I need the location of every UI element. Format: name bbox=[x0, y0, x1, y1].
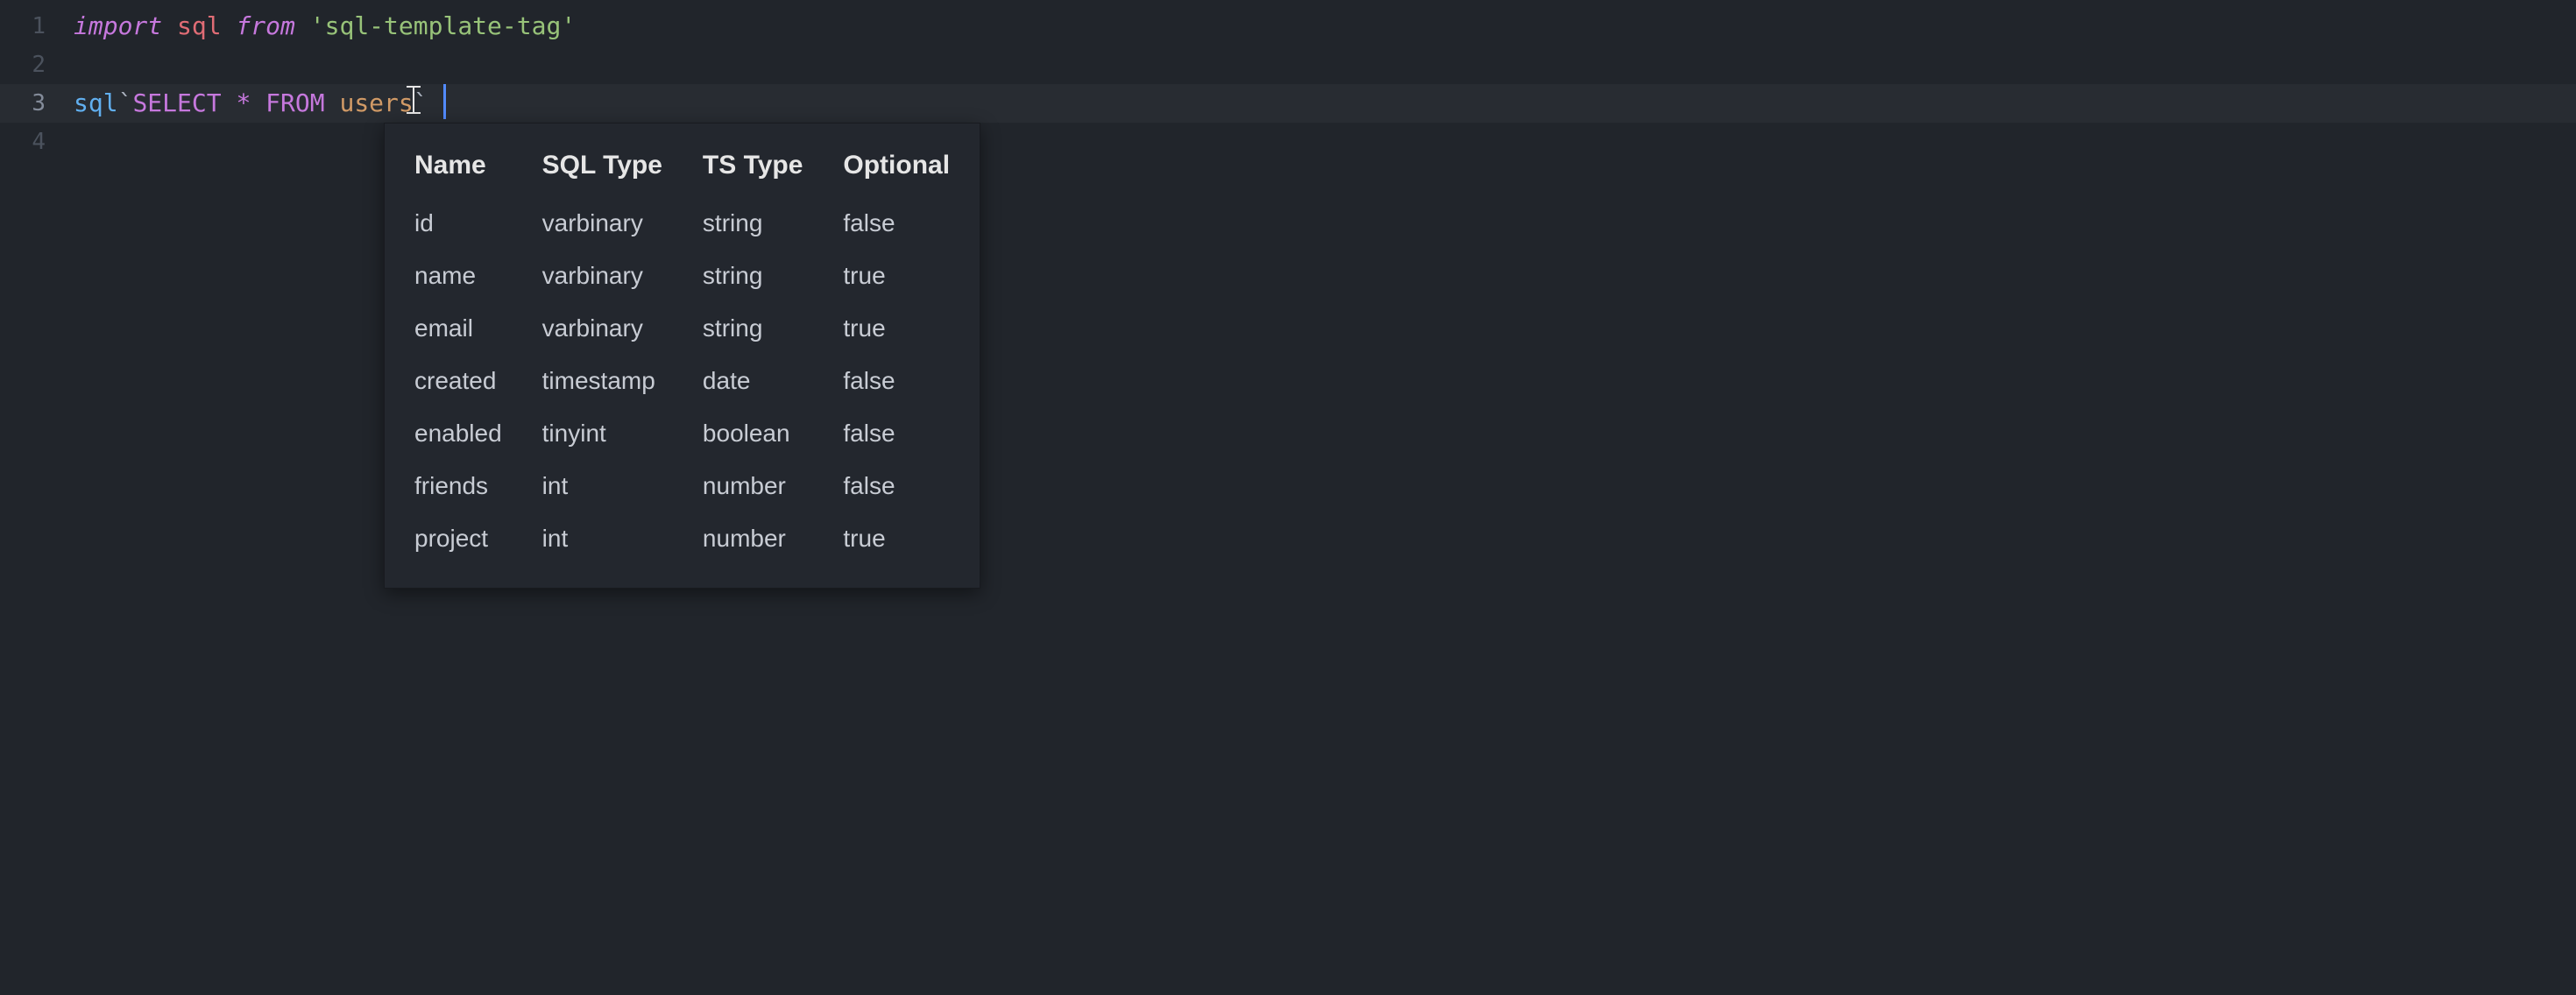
table-row: id varbinary string false bbox=[414, 197, 950, 250]
cell-sql-type: varbinary bbox=[542, 302, 703, 355]
token-sql-from: FROM bbox=[265, 88, 324, 117]
col-header-sql-type: SQL Type bbox=[542, 141, 703, 197]
cell-optional: true bbox=[843, 512, 950, 565]
hover-tooltip: Name SQL Type TS Type Optional id varbin… bbox=[384, 123, 980, 589]
cell-sql-type: int bbox=[542, 512, 703, 565]
table-row: project int number true bbox=[414, 512, 950, 565]
code-line-3[interactable]: sql`SELECT * FROM users` bbox=[0, 84, 2576, 123]
cell-name: created bbox=[414, 355, 542, 407]
cell-ts-type: string bbox=[703, 250, 843, 302]
token-call-sql: sql bbox=[74, 88, 118, 117]
token-string-module: 'sql-template-tag' bbox=[310, 11, 576, 40]
text-cursor bbox=[443, 84, 446, 119]
cell-sql-type: tinyint bbox=[542, 407, 703, 460]
code-line-1[interactable]: import sql from 'sql-template-tag' bbox=[74, 7, 2576, 46]
token-backtick-close: ` bbox=[414, 88, 428, 117]
cell-optional: false bbox=[843, 460, 950, 512]
table-row: created timestamp date false bbox=[414, 355, 950, 407]
cell-optional: false bbox=[843, 355, 950, 407]
table-row: name varbinary string true bbox=[414, 250, 950, 302]
col-header-ts-type: TS Type bbox=[703, 141, 843, 197]
cell-sql-type: varbinary bbox=[542, 250, 703, 302]
schema-header-row: Name SQL Type TS Type Optional bbox=[414, 141, 950, 197]
cell-ts-type: string bbox=[703, 197, 843, 250]
gutter-line-4: 4 bbox=[0, 123, 61, 161]
line-gutter: 1 2 3 4 bbox=[0, 0, 61, 161]
cell-name: name bbox=[414, 250, 542, 302]
cell-name: email bbox=[414, 302, 542, 355]
table-row: email varbinary string true bbox=[414, 302, 950, 355]
table-row: friends int number false bbox=[414, 460, 950, 512]
col-header-optional: Optional bbox=[843, 141, 950, 197]
cell-name: friends bbox=[414, 460, 542, 512]
cell-name: id bbox=[414, 197, 542, 250]
token-sql-select: SELECT bbox=[132, 88, 221, 117]
cell-ts-type: date bbox=[703, 355, 843, 407]
cell-sql-type: timestamp bbox=[542, 355, 703, 407]
cell-ts-type: number bbox=[703, 460, 843, 512]
cell-name: project bbox=[414, 512, 542, 565]
cell-optional: true bbox=[843, 250, 950, 302]
cell-ts-type: boolean bbox=[703, 407, 843, 460]
cell-optional: true bbox=[843, 302, 950, 355]
cell-ts-type: string bbox=[703, 302, 843, 355]
code-editor[interactable]: 1 2 3 4 import sql from 'sql-template-ta… bbox=[0, 0, 2576, 995]
cell-optional: false bbox=[843, 197, 950, 250]
cell-sql-type: varbinary bbox=[542, 197, 703, 250]
token-keyword-from: from bbox=[236, 11, 294, 40]
token-keyword-import: import bbox=[74, 11, 162, 40]
schema-table: Name SQL Type TS Type Optional id varbin… bbox=[414, 141, 950, 565]
token-sql-table: users bbox=[339, 88, 413, 117]
col-header-name: Name bbox=[414, 141, 542, 197]
cell-ts-type: number bbox=[703, 512, 843, 565]
code-line-2[interactable] bbox=[74, 46, 2576, 84]
table-row: enabled tinyint boolean false bbox=[414, 407, 950, 460]
schema-table-body: id varbinary string false name varbinary… bbox=[414, 197, 950, 565]
token-backtick-open: ` bbox=[118, 88, 133, 117]
token-ident-sql: sql bbox=[177, 11, 222, 40]
token-sql-star: * bbox=[236, 88, 251, 117]
cell-name: enabled bbox=[414, 407, 542, 460]
cell-optional: false bbox=[843, 407, 950, 460]
gutter-line-2: 2 bbox=[0, 46, 61, 84]
cell-sql-type: int bbox=[542, 460, 703, 512]
gutter-line-1: 1 bbox=[0, 7, 61, 46]
